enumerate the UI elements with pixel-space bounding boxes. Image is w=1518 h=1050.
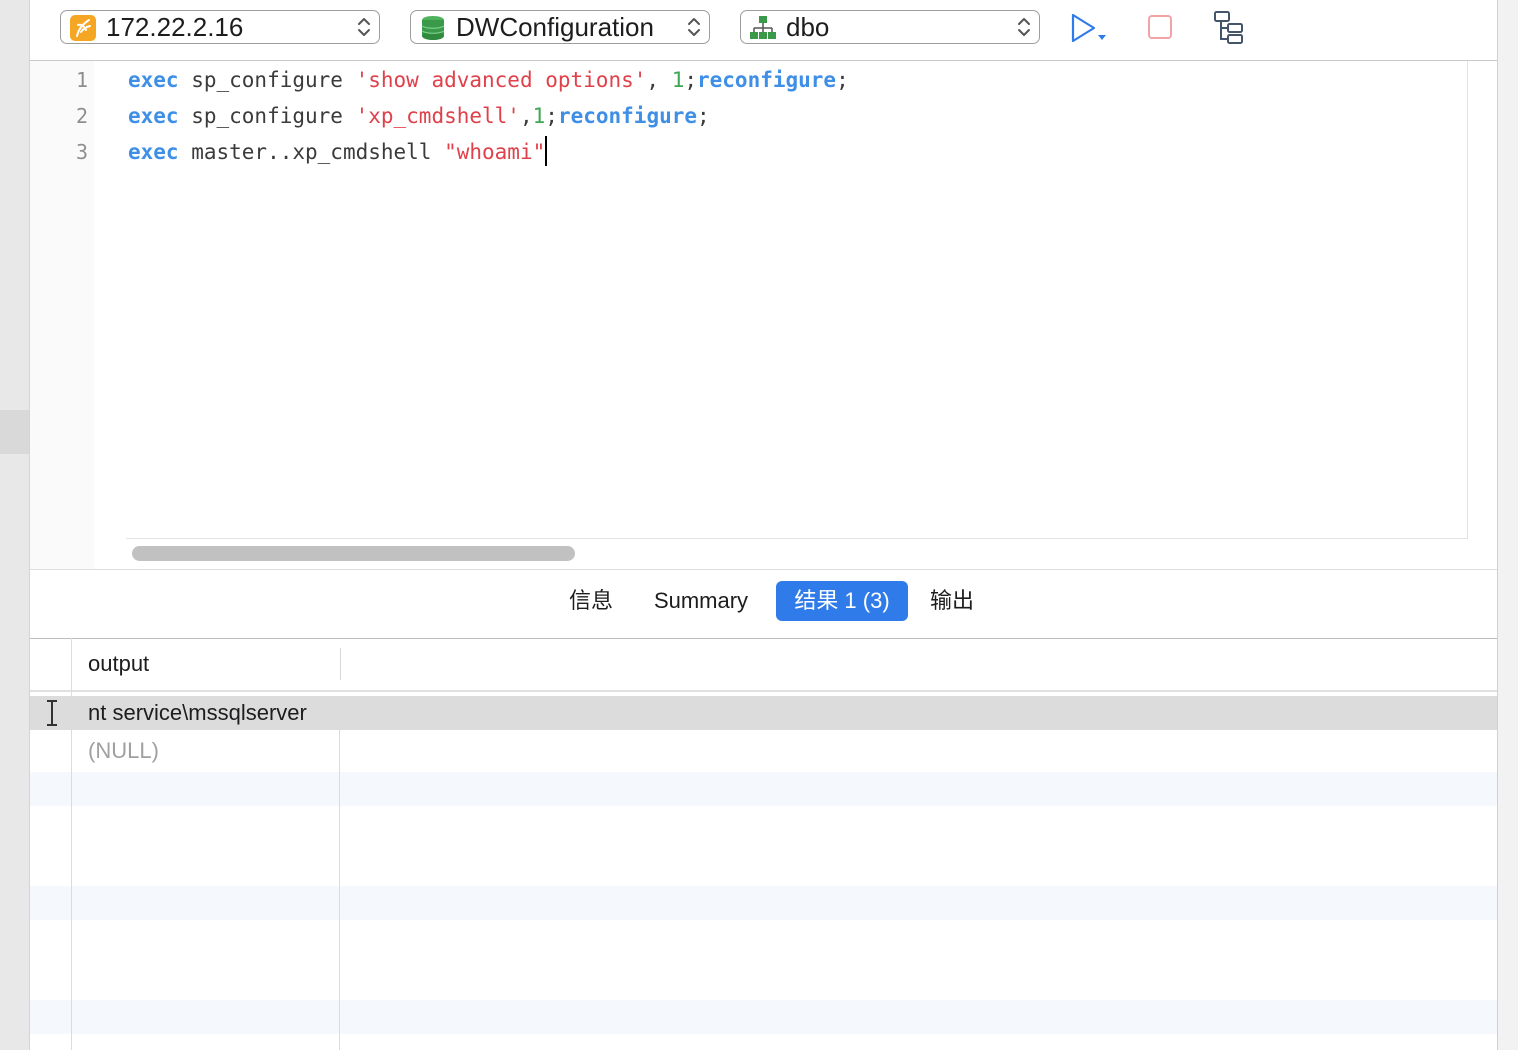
empty-row [30,772,1497,806]
tab-result-1[interactable]: 结果 1 (3) [776,581,908,621]
code-token-plain: ; [545,104,558,128]
code-token-plain: master..xp_cmdshell [178,140,445,164]
horizontal-scrollbar-thumb[interactable] [132,546,575,561]
database-selector[interactable]: DWConfiguration [410,10,710,44]
code-token-num: 1 [532,104,546,128]
database-icon [421,16,445,40]
row-number-divider [71,638,72,1050]
database-label: DWConfiguration [456,12,654,42]
output-cell[interactable]: nt service\mssqlserver [88,696,307,730]
grid-header: output [30,638,1497,692]
connection-label: 172.22.2.16 [106,12,244,42]
server-icon [70,15,96,41]
schema-label: dbo [786,12,830,42]
connection-selector[interactable]: 172.22.2.16 [60,10,380,44]
code-token-str: 'show advanced options' [355,68,647,92]
empty-row [30,1000,1497,1034]
tab-summary[interactable]: Summary [644,581,758,621]
output-cell-null[interactable]: (NULL) [88,734,159,768]
code-token-plain: , [646,68,672,92]
code-token-plain: ; [697,104,710,128]
code-token-plain: , [519,104,533,128]
code-line[interactable]: exec sp_configure 'show advanced options… [128,62,849,98]
code-line[interactable]: exec sp_configure 'xp_cmdshell',1;reconf… [128,98,710,134]
line-number: 2 [75,104,88,128]
stop-icon[interactable] [1140,10,1182,46]
line-number-gutter: 1 2 3 [30,61,94,569]
code-token-plain: ; [836,68,849,92]
code-token-plain: sp_configure [178,68,356,92]
text-caret [545,136,548,166]
right-scrollbar-track[interactable] [1497,0,1518,1050]
column-header-output[interactable]: output [88,648,149,680]
code-token-num: 1 [671,68,685,92]
query-toolbar: 172.22.2.16 DWConfiguration dbo [30,0,1497,61]
column-separator[interactable] [340,648,341,680]
editor-right-border [1467,61,1468,539]
code-line[interactable]: exec master..xp_cmdshell "whoami" [128,134,548,170]
editor-bottom-border [126,538,1468,539]
table-row[interactable]: (NULL) [30,734,1497,768]
panel-splitter-handle[interactable] [0,410,29,454]
empty-row [30,886,1497,920]
result-tabs: 信息 Summary 结果 1 (3) 输出 [30,569,1497,639]
code-token-kw: exec [128,104,179,128]
tab-info[interactable]: 信息 [556,581,626,621]
code-token-plain: ; [684,68,697,92]
code-token-str: "whoami" [444,140,546,164]
code-token-kw: exec [128,140,179,164]
chevron-updown-icon [358,18,370,36]
explain-plan-icon[interactable] [1210,10,1252,46]
line-number: 1 [75,68,88,92]
line-number: 3 [75,140,88,164]
code-token-kw: reconfigure [697,68,837,92]
column-divider [339,696,340,1050]
result-grid[interactable]: nt service\mssqlserver (NULL) output [30,638,1497,1050]
code-token-kw: exec [128,68,179,92]
table-row[interactable]: nt service\mssqlserver [30,696,1497,730]
code-token-plain: sp_configure [178,104,356,128]
play-icon[interactable] [1066,10,1108,46]
chevron-updown-icon [688,18,700,36]
sql-editor[interactable]: 1 2 3 exec sp_configure 'show advanced o… [30,61,1497,569]
tab-output[interactable]: 输出 [920,581,984,621]
schema-icon [750,16,776,39]
left-panel-edge [0,0,30,1050]
code-token-str: 'xp_cmdshell' [355,104,520,128]
code-token-kw: reconfigure [557,104,698,128]
chevron-updown-icon [1018,18,1030,36]
text-cursor-icon [47,700,57,726]
schema-selector[interactable]: dbo [740,10,1040,44]
